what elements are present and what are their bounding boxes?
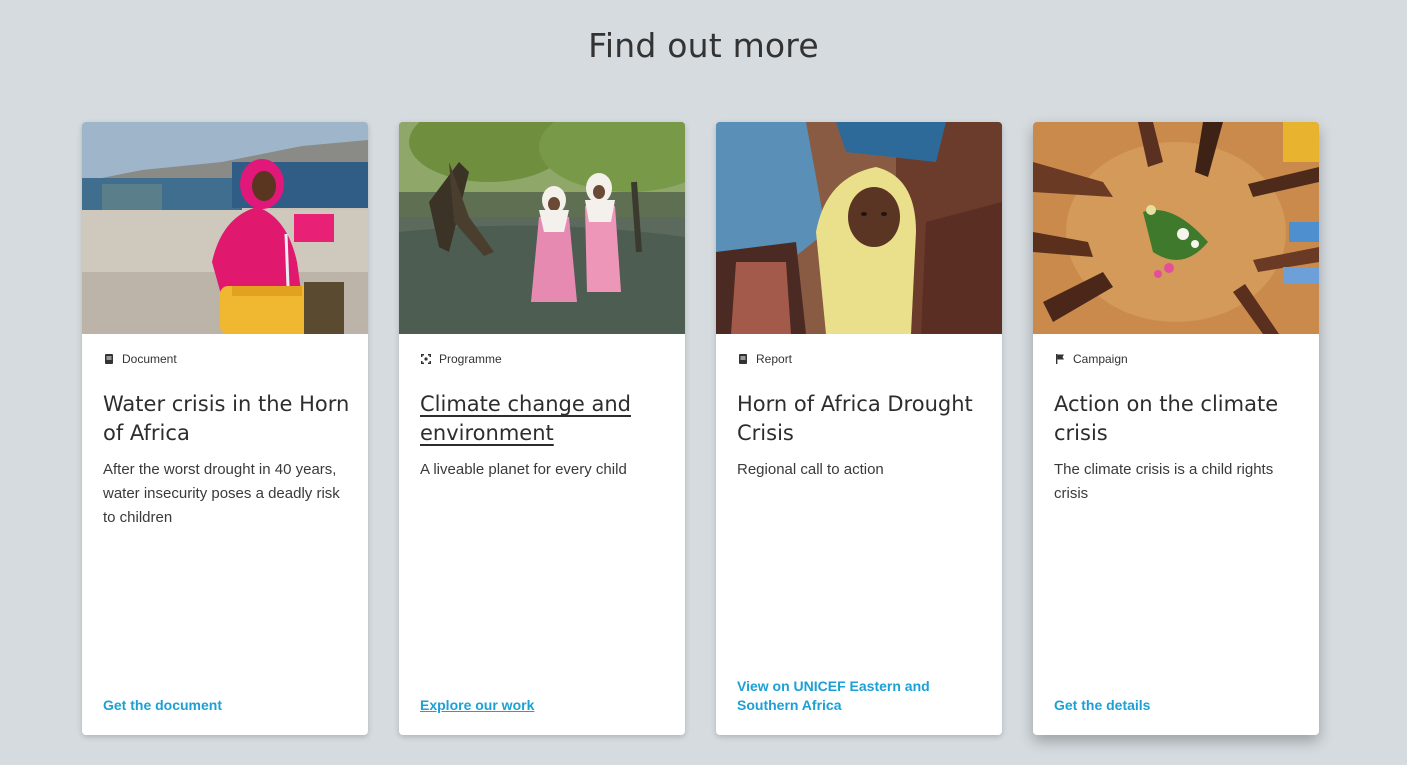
card-type-label: Programme xyxy=(439,352,502,366)
card-horn-africa-drought[interactable]: Report Horn of Africa Drought Crisis Reg… xyxy=(716,122,1002,735)
explore-our-work-link[interactable]: Explore our work xyxy=(420,696,664,715)
card-type-label: Campaign xyxy=(1073,352,1128,366)
card-image-girls-flood xyxy=(399,122,685,334)
card-climate-change[interactable]: Programme Climate change and environment… xyxy=(399,122,685,735)
card-image-hands-plant xyxy=(1033,122,1319,334)
report-icon xyxy=(739,354,747,364)
get-the-document-link[interactable]: Get the document xyxy=(103,696,347,715)
flag-icon xyxy=(1056,354,1064,364)
card-type: Report xyxy=(737,352,792,366)
document-icon xyxy=(105,354,113,364)
card-title: Water crisis in the Horn of Africa xyxy=(103,392,350,445)
get-the-details-link[interactable]: Get the details xyxy=(1054,696,1298,715)
card-type: Campaign xyxy=(1054,352,1128,366)
card-image-child-headscarf xyxy=(716,122,1002,334)
card-title-link[interactable]: Climate change and environment xyxy=(420,390,667,448)
card-description: Regional call to action xyxy=(737,461,884,478)
card-type-label: Report xyxy=(756,352,793,366)
programme-icon xyxy=(421,354,431,364)
card-description: After the worst drought in 40 years, wat… xyxy=(103,461,340,526)
card-title: Horn of Africa Drought Crisis xyxy=(737,392,973,445)
card-description: A liveable planet for every child xyxy=(420,461,627,478)
card-title: Action on the climate crisis xyxy=(1054,392,1279,445)
section-title: Find out more xyxy=(588,26,819,65)
card-type-label: Document xyxy=(122,352,177,366)
card-image-woman-water xyxy=(82,122,368,334)
card-type: Programme xyxy=(420,352,502,366)
view-on-unicef-link[interactable]: View on UNICEF Eastern and Southern Afri… xyxy=(737,677,981,715)
card-water-crisis[interactable]: Document Water crisis in the Horn of Afr… xyxy=(82,122,368,735)
card-description: The climate crisis is a child rights cri… xyxy=(1054,461,1274,502)
card-type: Document xyxy=(103,352,177,366)
card-climate-action[interactable]: Campaign Action on the climate crisis Th… xyxy=(1033,122,1319,735)
